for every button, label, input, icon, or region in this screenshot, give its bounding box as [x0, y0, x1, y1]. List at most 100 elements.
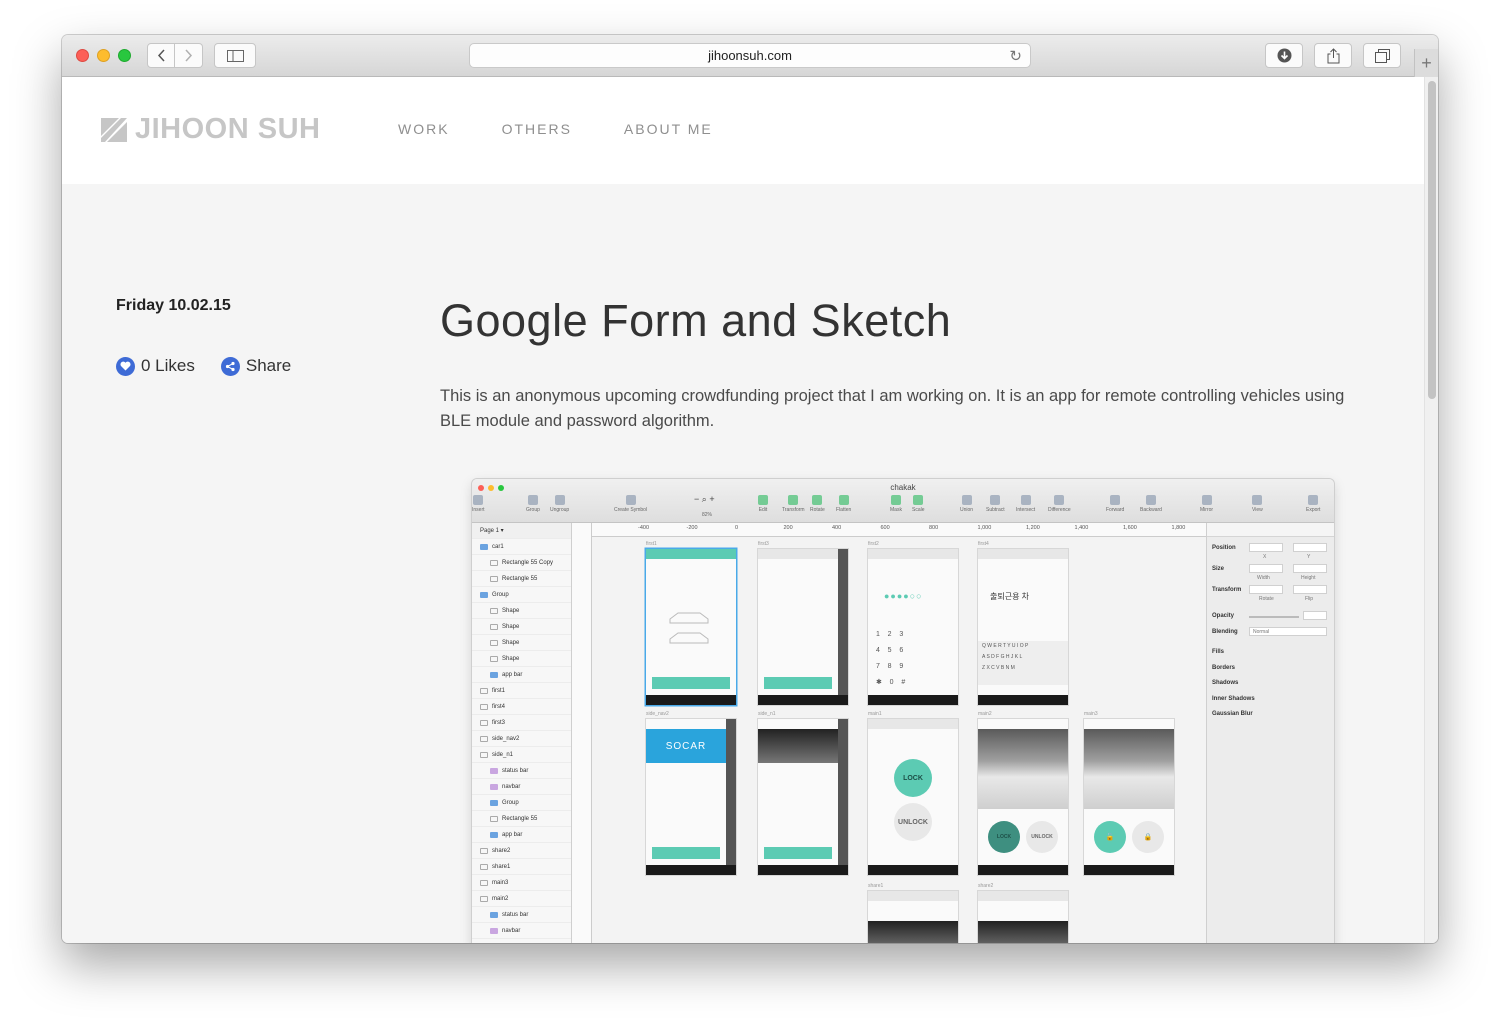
chevron-right-icon — [185, 49, 193, 62]
blending-select[interactable]: Normal — [1249, 627, 1327, 636]
layer-item[interactable]: status bar — [472, 907, 571, 923]
post-actions: 0 Likes Share — [116, 356, 291, 376]
layer-name: Shape — [502, 639, 520, 646]
sketch-tool-label: View — [1252, 507, 1263, 513]
artboard-icon — [480, 703, 488, 710]
post-title: Google Form and Sketch — [440, 295, 952, 346]
sketch-tool-transform[interactable]: Transform — [782, 495, 805, 513]
scrollbar-thumb[interactable] — [1428, 81, 1436, 399]
sketch-tool-difference[interactable]: Difference — [1048, 495, 1071, 513]
layer-list: car1 Rectangle 55 Copy Rectangle 55 Group Sh… — [472, 539, 571, 939]
sketch-tool-mirror[interactable]: Mirror — [1200, 495, 1213, 513]
sidebar-toggle-button[interactable] — [214, 43, 256, 68]
nav-others[interactable]: OTHERS — [502, 121, 572, 137]
sketch-tool-edit[interactable]: Edit — [758, 495, 768, 513]
address-bar[interactable]: jihoonsuh.com ↻ — [469, 43, 1031, 68]
layer-item[interactable]: first3 — [472, 715, 571, 731]
layer-item[interactable]: main2 — [472, 891, 571, 907]
back-button[interactable] — [147, 43, 175, 68]
layer-item[interactable]: Shape — [472, 635, 571, 651]
minimize-window-button[interactable] — [97, 49, 110, 62]
rotate-label: Rotate — [1259, 596, 1274, 602]
layer-name: navbar — [502, 927, 521, 934]
new-tab-button[interactable]: + — [1414, 49, 1438, 77]
lock-button-mock: LOCK — [894, 759, 932, 797]
layer-item[interactable]: Shape — [472, 651, 571, 667]
sketch-toolbar: Insert Group Ungroup Create Symbol Edit Trans… — [472, 495, 1334, 519]
width-input[interactable] — [1249, 564, 1283, 573]
layer-item[interactable]: first1 — [472, 683, 571, 699]
layer-item[interactable]: Rectangle 55 — [472, 811, 571, 827]
keyboard: Q W E R T Y U I O PA S D F G H J K LZ X … — [978, 641, 1068, 685]
layer-name: status bar — [502, 911, 529, 918]
sketch-file-name: chakak — [890, 483, 916, 492]
sketch-tool-intersect[interactable]: Intersect — [1016, 495, 1035, 513]
sketch-tool-export[interactable]: Export — [1306, 495, 1320, 513]
layer-item[interactable]: status bar — [472, 763, 571, 779]
likes-button[interactable]: 0 Likes — [116, 356, 195, 376]
layer-item[interactable]: navbar — [472, 923, 571, 939]
zoom-window-button[interactable] — [118, 49, 131, 62]
artboard-icon — [480, 751, 488, 758]
nav-about-me[interactable]: ABOUT ME — [624, 121, 713, 137]
opacity-slider[interactable] — [1249, 616, 1299, 618]
layer-item[interactable]: Group — [472, 795, 571, 811]
sketch-tool-ungroup[interactable]: Ungroup — [550, 495, 569, 513]
share-button[interactable]: Share — [220, 356, 291, 376]
sketch-tool-rotate[interactable]: Rotate — [810, 495, 825, 513]
y-input[interactable] — [1293, 543, 1327, 552]
page-scrollbar[interactable] — [1424, 77, 1438, 943]
layer-item[interactable]: share2 — [472, 843, 571, 859]
sketch-tool-label: Forward — [1106, 507, 1125, 513]
layer-item[interactable]: Group — [472, 587, 571, 603]
layer-item[interactable]: first4 — [472, 699, 571, 715]
layer-item[interactable]: app bar — [472, 827, 571, 843]
layer-item[interactable]: Shape — [472, 603, 571, 619]
layer-item[interactable]: Rectangle 55 — [472, 571, 571, 587]
x-input[interactable] — [1249, 543, 1283, 552]
sketch-tool-forward[interactable]: Forward — [1106, 495, 1124, 513]
tabs-overview-button[interactable] — [1363, 43, 1401, 68]
sketch-tool-label: Union — [960, 507, 974, 513]
layer-name: Shape — [502, 655, 520, 662]
flip-input[interactable] — [1293, 585, 1327, 594]
opacity-input[interactable] — [1303, 611, 1327, 620]
sketch-tool-create-symbol[interactable]: Create Symbol — [614, 495, 647, 513]
artboard-label: share2 — [978, 883, 994, 889]
rotate-input[interactable] — [1249, 585, 1283, 594]
close-window-button[interactable] — [76, 49, 89, 62]
layer-item[interactable]: app bar — [472, 667, 571, 683]
sketch-tool-mask[interactable]: Mask — [890, 495, 902, 513]
unlock-button-mock: UNLOCK — [894, 803, 932, 841]
layer-name: status bar — [502, 767, 529, 774]
layer-item[interactable]: Shape — [472, 619, 571, 635]
sketch-tool-icon — [1054, 495, 1065, 505]
forward-button[interactable] — [175, 43, 203, 68]
share-page-button[interactable] — [1314, 43, 1352, 68]
layer-item[interactable]: share1 — [472, 859, 571, 875]
reload-icon[interactable]: ↻ — [1009, 47, 1022, 65]
nav-work[interactable]: WORK — [398, 121, 450, 137]
height-input[interactable] — [1293, 564, 1327, 573]
heart-icon — [116, 356, 135, 376]
layer-item[interactable]: navbar — [472, 779, 571, 795]
sketch-tool-union[interactable]: Union — [960, 495, 973, 513]
site-logo[interactable]: JIHOON SUH — [99, 113, 320, 146]
sketch-tool-insert[interactable]: Insert — [472, 495, 485, 513]
downloads-button[interactable] — [1265, 43, 1303, 68]
layer-item[interactable]: main3 — [472, 875, 571, 891]
folder-icon — [490, 911, 498, 918]
sketch-tool-view[interactable]: View — [1252, 495, 1263, 513]
folder-icon — [480, 591, 488, 598]
layer-item[interactable]: side_nav2 — [472, 731, 571, 747]
layer-item[interactable]: Rectangle 55 Copy — [472, 555, 571, 571]
sketch-tool-flatten[interactable]: Flatten — [836, 495, 851, 513]
sketch-tool-group[interactable]: Group — [526, 495, 540, 513]
sketch-tool-scale[interactable]: Scale — [912, 495, 925, 513]
sketch-tool-backward[interactable]: Backward — [1140, 495, 1162, 513]
sketch-tool-subtract[interactable]: Subtract — [986, 495, 1005, 513]
layer-item[interactable]: car1 — [472, 539, 571, 555]
layer-item[interactable]: side_n1 — [472, 747, 571, 763]
sketch-tool-label: Mask — [890, 507, 902, 513]
artboard-share1 — [868, 891, 958, 943]
